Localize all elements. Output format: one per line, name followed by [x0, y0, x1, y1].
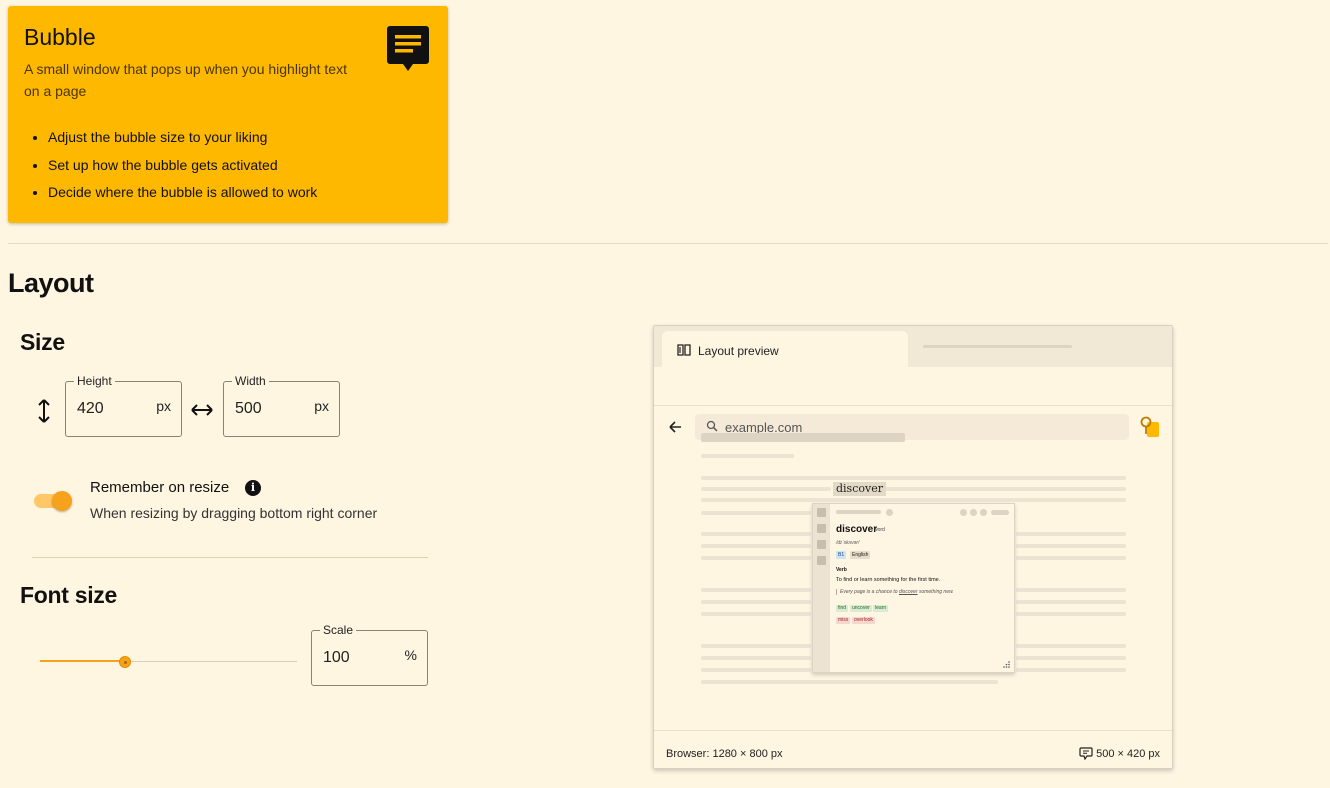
- bubble-toolbar-pill: [991, 510, 1009, 515]
- hero-description: A small window that pops up when you hig…: [24, 61, 347, 99]
- slider-fill: [40, 660, 125, 662]
- antonym-chip: overlook: [852, 617, 875, 624]
- skeleton-line: [1016, 668, 1126, 672]
- height-value[interactable]: 420: [77, 400, 104, 418]
- horizontal-resize-icon: [191, 404, 213, 416]
- scale-label: Scale: [320, 623, 357, 637]
- section-divider: [8, 243, 1328, 244]
- skeleton-line: [701, 588, 811, 592]
- remember-resize-title: Remember on resize: [90, 479, 230, 496]
- skeleton-line: [701, 600, 811, 604]
- skeleton-line: [1016, 656, 1126, 660]
- width-field[interactable]: Width 500 px: [223, 374, 340, 437]
- hero-feature-list: Adjust the bubble size to your liking Se…: [24, 124, 317, 207]
- scale-field[interactable]: Scale 100 %: [311, 623, 428, 686]
- extension-bubble-icon: [1140, 416, 1159, 437]
- skeleton-line: [1016, 644, 1126, 648]
- height-field[interactable]: Height 420 px: [65, 374, 182, 437]
- bubble-pos: word: [874, 527, 885, 533]
- vertical-resize-icon: [38, 399, 50, 423]
- bubble-phonetic: /dɪˈskʌvər/: [836, 540, 860, 546]
- skeleton-line: [701, 532, 811, 536]
- bubble-level-tag: B1: [836, 551, 847, 559]
- height-label: Height: [74, 374, 115, 388]
- skeleton-line: [701, 644, 811, 648]
- skeleton-line: [1016, 556, 1126, 560]
- width-value[interactable]: 500: [235, 400, 262, 418]
- hero-bullet: Decide where the bubble is allowed to wo…: [48, 179, 317, 207]
- hero-bullet: Adjust the bubble size to your liking: [48, 124, 317, 152]
- browser-size-label: Browser: 1280 × 800 px: [666, 748, 783, 760]
- preview-tab: Layout preview: [662, 331, 908, 367]
- skeleton-line: [701, 511, 811, 515]
- bubble-example: Every page is a chance to discover somet…: [836, 589, 954, 595]
- synonym-chip: learn: [873, 605, 889, 612]
- synonym-chip: find: [836, 605, 849, 612]
- width-unit: px: [314, 398, 329, 414]
- height-unit: px: [156, 398, 171, 414]
- skeleton-line: [701, 612, 811, 616]
- remember-resize-subtitle: When resizing by dragging bottom right c…: [90, 505, 378, 521]
- bubble-sidebar: [813, 504, 830, 672]
- preview-tab-bar: Layout preview: [654, 326, 1172, 367]
- preview-address-row: example.com: [654, 367, 1172, 440]
- skeleton-line: [1016, 588, 1126, 592]
- divider: [32, 557, 428, 558]
- book-icon: [677, 344, 691, 356]
- synonym-chip: uncover: [850, 605, 872, 612]
- hero-title: Bubble: [24, 24, 96, 50]
- bubble-definition: To find or learn something for the first…: [836, 577, 941, 583]
- skeleton-line: [1016, 600, 1126, 604]
- chat-bubble-icon: [1079, 747, 1093, 760]
- antonym-chip: miss: [836, 617, 851, 624]
- skeleton-line: [701, 656, 811, 660]
- hero-bullet: Set up how the bubble gets activated: [48, 152, 317, 180]
- bubble-hero-card: Bubble A small window that pops up when …: [8, 6, 448, 223]
- size-heading: Size: [20, 329, 65, 355]
- skeleton-title: [701, 433, 905, 442]
- layout-heading: Layout: [8, 268, 94, 298]
- width-label: Width: [232, 374, 269, 388]
- skeleton-line: [701, 556, 811, 560]
- skeleton-line: [1016, 544, 1126, 548]
- toggle-thumb[interactable]: [52, 491, 72, 511]
- skeleton-line: [701, 487, 831, 491]
- skeleton-line: [701, 454, 794, 458]
- highlighted-word: discover: [833, 482, 886, 496]
- skeleton-line: [880, 487, 1126, 491]
- scale-value[interactable]: 100: [323, 649, 350, 667]
- preview-tab-label: Layout preview: [698, 344, 779, 358]
- sidebar-icon: [817, 540, 826, 549]
- skeleton-line: [701, 668, 811, 672]
- bubble-size-label: 500 × 420 px: [1096, 748, 1160, 760]
- preview-footer: Browser: 1280 × 800 px 500 × 420 px: [654, 730, 1172, 768]
- bubble-toolbar-bar: [836, 510, 881, 514]
- slider-thumb[interactable]: [118, 656, 131, 668]
- skeleton-line: [701, 544, 811, 548]
- sidebar-icon: [817, 556, 826, 565]
- info-icon[interactable]: i: [245, 480, 261, 496]
- skeleton-line: [701, 476, 1126, 480]
- tab-placeholder: [923, 345, 1072, 348]
- resize-grip-icon: [1003, 661, 1010, 668]
- scale-unit: %: [404, 647, 417, 663]
- chat-bubble-lines-icon: [387, 26, 429, 71]
- bubble-lang-tag: English: [850, 551, 871, 559]
- preview-bubble: discover word /dɪˈskʌvər/ B1 English Ver…: [812, 503, 1015, 673]
- skeleton-line: [1016, 532, 1126, 536]
- bubble-verb-label: Verb: [836, 567, 847, 573]
- layout-preview-window: Layout preview example.com discover disc…: [653, 325, 1173, 769]
- back-arrow-icon: [669, 421, 681, 433]
- skeleton-line: [701, 498, 1126, 502]
- skeleton-line: [1016, 612, 1126, 616]
- skeleton-line: [701, 680, 998, 684]
- font-size-heading: Font size: [20, 582, 117, 608]
- sidebar-icon: [817, 524, 826, 533]
- search-icon: [706, 420, 718, 432]
- bubble-word: discover: [836, 524, 878, 535]
- sidebar-icon: [817, 508, 826, 517]
